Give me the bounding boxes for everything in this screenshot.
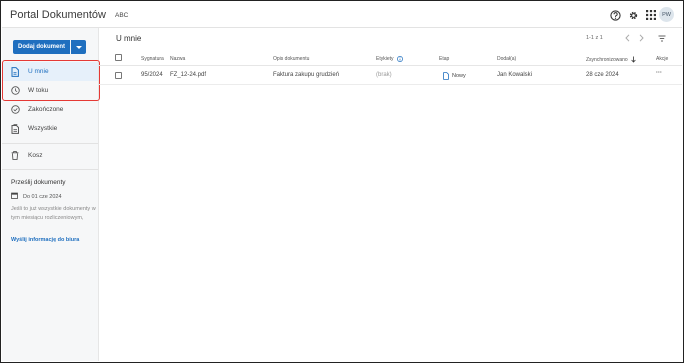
cell-signature: 95/2024 <box>141 72 163 78</box>
selection-highlight-box <box>2 60 100 101</box>
cell-added-by: Jan Kowalski <box>497 72 533 78</box>
add-document-button[interactable]: Dodaj dokument <box>13 40 70 54</box>
column-added-by[interactable]: Dodał(a) <box>497 56 516 62</box>
apps-grid-icon[interactable] <box>645 9 657 21</box>
info-icon[interactable] <box>396 56 403 62</box>
column-actions: Akcje <box>656 56 669 62</box>
cell-synced: 28 cze 2024 <box>586 72 619 78</box>
cell-labels[interactable]: (brak) <box>376 72 392 78</box>
column-description[interactable]: Opis dokumentu <box>273 56 309 62</box>
prev-page-button[interactable] <box>622 32 632 44</box>
documents-icon <box>10 123 20 134</box>
column-synced[interactable]: Zsynchronizowano <box>586 56 636 63</box>
cell-stage: Nowy <box>443 72 466 80</box>
top-bar: Portal Dokumentów ABC PW <box>2 2 682 28</box>
sidebar-item-zakonczone[interactable]: Zakończone <box>2 100 98 119</box>
file-icon <box>443 72 449 80</box>
column-labels[interactable]: Etykiety <box>376 56 403 62</box>
table-row[interactable]: 95/2024 FZ_12-24.pdf Faktura zakupu grud… <box>99 66 682 85</box>
more-actions-icon[interactable]: ··· <box>656 70 662 76</box>
cell-description: Faktura zakupu grudzień <box>273 72 340 78</box>
sidebar-item-label: Wszystkie <box>28 125 58 132</box>
pagination-info: 1-1 z 1 <box>586 35 603 41</box>
send-info-link[interactable]: Wyślij informację do biura <box>11 237 79 243</box>
add-document-dropdown-button[interactable] <box>71 40 86 54</box>
sidebar: Dodaj dokument U mnie W toku Zakończone … <box>2 28 100 361</box>
sidebar-item-label: Zakończone <box>28 106 64 113</box>
tenant-name[interactable]: ABC <box>115 12 128 19</box>
sidebar-divider <box>2 169 98 170</box>
settings-icon[interactable] <box>627 9 639 21</box>
column-synced-text: Zsynchronizowano <box>586 56 628 63</box>
caret-down-icon <box>75 45 82 49</box>
sidebar-item-kosz[interactable]: Kosz <box>2 146 98 165</box>
sidebar-item-wszystkie[interactable]: Wszystkie <box>2 119 98 138</box>
sidebar-divider <box>2 143 98 144</box>
next-page-button[interactable] <box>636 32 646 44</box>
sort-desc-icon[interactable] <box>630 56 636 63</box>
page-title: U mnie <box>116 34 142 43</box>
trash-icon <box>10 151 20 161</box>
stage-label: Nowy <box>452 73 466 79</box>
user-avatar[interactable]: PW <box>659 7 674 22</box>
upload-section-title: Prześlij dokumenty <box>11 179 66 186</box>
table-header: Sygnatura Nazwa Opis dokumentu Etykiety … <box>99 51 682 66</box>
column-signature[interactable]: Sygnatura <box>141 56 164 62</box>
filter-icon[interactable] <box>657 32 667 44</box>
app-title[interactable]: Portal Dokumentów <box>10 9 106 21</box>
check-circle-icon <box>10 105 20 115</box>
row-checkbox[interactable] <box>115 72 122 79</box>
cell-name[interactable]: FZ_12-24.pdf <box>170 72 206 78</box>
deadline-text: Do 01 cze 2024 <box>23 193 62 200</box>
column-stage[interactable]: Etap <box>439 56 449 62</box>
select-all-checkbox[interactable] <box>115 54 122 61</box>
sidebar-item-label: Kosz <box>28 152 43 159</box>
column-labels-text: Etykiety <box>376 56 394 62</box>
help-icon[interactable] <box>609 9 621 21</box>
main-content: U mnie 1-1 z 1 Sygnatura Nazwa Opis doku… <box>99 28 682 361</box>
calendar-icon <box>11 192 18 201</box>
upload-note: Jeśli to już wszystkie dokumenty w tym m… <box>11 206 96 221</box>
upload-deadline: Do 01 cze 2024 <box>11 192 62 201</box>
column-name[interactable]: Nazwa <box>170 56 185 62</box>
add-document-group: Dodaj dokument <box>13 40 86 54</box>
